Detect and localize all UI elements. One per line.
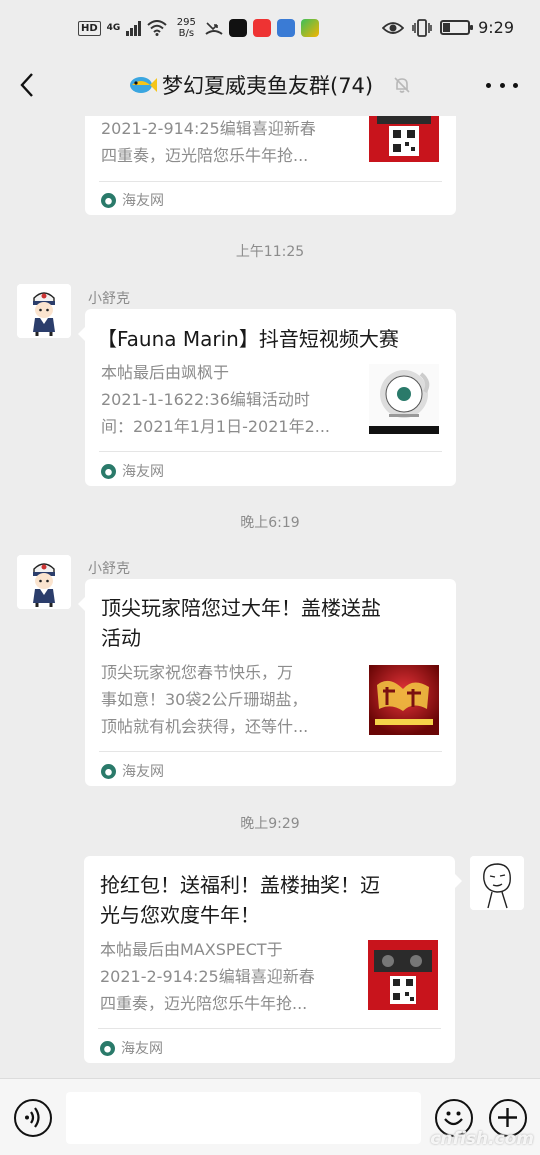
- message-input[interactable]: [66, 1092, 421, 1144]
- haiyou-logo-icon: [101, 192, 116, 208]
- link-card[interactable]: 2021-2-914:25编辑喜迎新春 四重奏，迈光陪您乐牛年抢... 海友网: [85, 116, 456, 215]
- wifi-icon: [147, 20, 167, 36]
- fish-emoji-icon: [130, 77, 157, 93]
- voice-input-button[interactable]: [14, 1099, 52, 1137]
- card-description: 本帖最后由MAXSPECT于 2021-2-914:25编辑喜迎新春 四重奏，迈…: [100, 940, 315, 1013]
- card-divider: [99, 451, 442, 452]
- card-description: 顶尖玩家祝您春节快乐，万 事如意！30袋2公斤珊瑚盐， 顶帖就有机会获得，还等什…: [101, 663, 309, 736]
- card-source: 海友网: [101, 761, 164, 781]
- battery-icon: [440, 20, 474, 35]
- link-card[interactable]: 抢红包！送福利！盖楼抽奖！迈 光与您欢度牛年！ 本帖最后由MAXSPECT于 2…: [84, 856, 462, 1063]
- more-dot-icon: [486, 82, 491, 88]
- status-bar: HD 4G 295 B/s 9:29: [0, 0, 540, 60]
- input-bar: cnfish.com: [0, 1078, 540, 1155]
- card-description: 本帖最后由飒枫于 2021-1-1622:36编辑活动时 间：2021年1月1日…: [101, 363, 331, 436]
- chevron-left-icon: [20, 73, 33, 97]
- avatar[interactable]: [17, 284, 71, 338]
- card-source: 海友网: [101, 190, 164, 210]
- card-title: 顶尖玩家陪您过大年！盖楼送盐 活动: [101, 596, 381, 650]
- card-title: 抢红包！送福利！盖楼抽奖！迈 光与您欢度牛年！: [100, 873, 380, 927]
- card-source-label: 海友网: [121, 1041, 163, 1057]
- my-avatar[interactable]: [470, 856, 524, 910]
- network-speed: 295 B/s: [176, 17, 196, 39]
- voice-icon: [25, 1107, 40, 1128]
- timestamp: 上午11:25: [235, 244, 305, 260]
- card-thumbnail: [369, 665, 439, 735]
- message-list[interactable]: 2021-2-914:25编辑喜迎新春 四重奏，迈光陪您乐牛年抢... 海友网 …: [0, 116, 540, 1078]
- haiyou-logo-icon: [100, 1040, 115, 1056]
- timestamp: 晚上9:29: [240, 816, 300, 832]
- card-thumbnail: [369, 364, 439, 434]
- card-source-label: 海友网: [122, 764, 164, 780]
- status-left: HD 4G 295 B/s: [78, 17, 320, 39]
- red-app-icon: [253, 19, 272, 37]
- battery-level: [443, 23, 451, 32]
- capcut-app-icon: [229, 19, 248, 37]
- card-divider: [98, 1028, 441, 1029]
- hd-badge: HD: [78, 20, 101, 36]
- haiyou-logo-icon: [101, 463, 116, 479]
- card-divider: [99, 181, 442, 182]
- card-thumbnail: [369, 116, 439, 162]
- card-title: 【Fauna Marin】抖音短视频大赛: [97, 327, 399, 351]
- sender-name: 小舒克: [88, 561, 130, 577]
- chat-title-text: 梦幻夏威夷鱼友群(74): [162, 74, 374, 98]
- haiyou-logo-icon: [101, 763, 116, 779]
- eye-icon: [382, 21, 405, 34]
- card-description: 2021-2-914:25编辑喜迎新春 四重奏，迈光陪您乐牛年抢...: [101, 119, 316, 165]
- more-dot-icon: [513, 82, 518, 88]
- card-source: 海友网: [101, 461, 164, 481]
- chat-title[interactable]: 梦幻夏威夷鱼友群(74): [128, 70, 373, 100]
- card-divider: [99, 751, 442, 752]
- clock: 9:29: [478, 18, 514, 37]
- chat-header: 梦幻夏威夷鱼友群(74): [0, 60, 540, 116]
- link-card[interactable]: 顶尖玩家陪您过大年！盖楼送盐 活动 顶尖玩家祝您春节快乐，万 事如意！30袋2公…: [78, 579, 456, 786]
- blue-app-icon: [277, 19, 296, 37]
- vibrate-icon: [412, 18, 432, 37]
- sailor-avatar-icon: [17, 555, 71, 609]
- doodle-face-avatar-icon: [470, 856, 524, 910]
- status-right: 9:29: [382, 18, 514, 37]
- missed-call-icon: [205, 22, 223, 35]
- avatar[interactable]: [17, 555, 71, 609]
- sender-name: 小舒克: [88, 291, 130, 307]
- sailor-avatar-icon: [17, 284, 71, 338]
- card-source: 海友网: [100, 1038, 163, 1058]
- link-card[interactable]: 【Fauna Marin】抖音短视频大赛 本帖最后由飒枫于 2021-1-162…: [78, 309, 456, 486]
- card-source-label: 海友网: [122, 193, 164, 209]
- card-thumbnail: [368, 940, 438, 1010]
- more-dot-icon: [499, 82, 505, 88]
- more-options-button[interactable]: [486, 74, 518, 96]
- watermark: cnfish.com: [430, 1129, 534, 1149]
- card-source-label: 海友网: [122, 464, 164, 480]
- signal-icon: [126, 20, 142, 36]
- timestamp: 晚上6:19: [240, 515, 300, 531]
- network-type: 4G: [106, 23, 121, 33]
- back-button[interactable]: [12, 70, 42, 100]
- mute-bell-icon: [394, 77, 410, 93]
- video-app-icon: [301, 19, 320, 37]
